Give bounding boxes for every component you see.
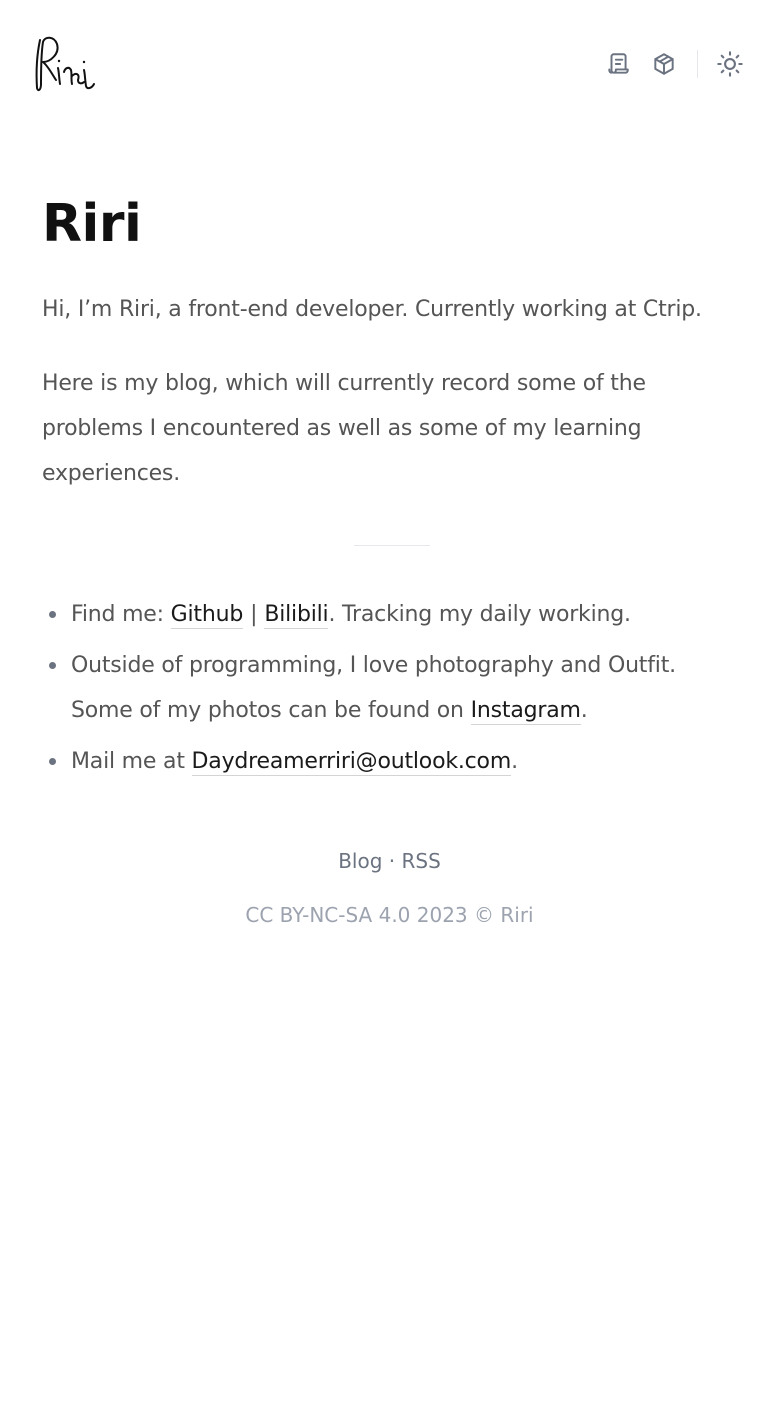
list-item-mail: Mail me at Daydreamerriri@outlook.com. xyxy=(42,739,742,784)
bilibili-link[interactable]: Bilibili xyxy=(264,602,329,629)
nav-divider xyxy=(697,50,698,78)
copyright-notice: CC BY-NC-SA 4.0 2023 © Riri xyxy=(245,903,534,927)
page: Riri Hi, I’m Riri, a front-end developer… xyxy=(0,0,779,1415)
footer-links: Blog · RSS xyxy=(0,838,779,884)
instagram-link[interactable]: Instagram xyxy=(470,698,581,725)
signature-logo[interactable] xyxy=(34,34,106,96)
list-item-photography: Outside of programming, I love photograp… xyxy=(42,643,742,733)
footer: Blog · RSS CC BY-NC-SA 4.0 2023 © Riri xyxy=(0,838,779,938)
github-link[interactable]: Github xyxy=(170,602,243,629)
find-me-suffix: . Tracking my daily working. xyxy=(328,602,631,627)
photography-suffix: . xyxy=(580,698,588,723)
theme-sun-icon[interactable] xyxy=(715,49,745,79)
find-me-label: Find me: xyxy=(71,602,171,627)
blog-scroll-icon[interactable] xyxy=(603,49,633,79)
link-separator: | xyxy=(250,602,258,627)
footer-rss-link[interactable]: RSS xyxy=(402,849,441,873)
list-item-find-me: Find me: Github | Bilibili. Tracking my da… xyxy=(42,592,742,637)
mail-label: Mail me at xyxy=(71,749,192,774)
about-list: Find me: Github | Bilibili. Tracking my da… xyxy=(42,592,742,784)
blog-description: Here is my blog, which will currently re… xyxy=(42,371,646,486)
section-divider xyxy=(354,545,430,546)
footer-dot: · xyxy=(382,849,402,873)
page-title: Riri xyxy=(42,194,142,254)
footer-blog-link[interactable]: Blog xyxy=(338,849,382,873)
main-content: Riri Hi, I’m Riri, a front-end developer… xyxy=(42,182,742,784)
intro-paragraph: Hi, I’m Riri, a front-end developer. Cur… xyxy=(42,297,702,322)
mail-suffix: . xyxy=(511,749,518,774)
email-link[interactable]: Daydreamerriri@outlook.com xyxy=(191,749,511,776)
projects-cube-icon[interactable] xyxy=(649,49,679,79)
top-nav xyxy=(603,44,745,84)
